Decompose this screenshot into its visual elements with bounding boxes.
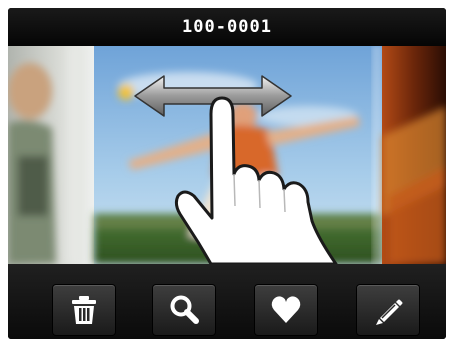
delete-button[interactable] (52, 284, 116, 336)
file-number-title: 100-0001 (182, 17, 272, 37)
zoom-button[interactable] (152, 284, 216, 336)
next-photo (382, 46, 446, 264)
edit-button[interactable] (356, 284, 420, 336)
heart-icon (271, 296, 301, 323)
previous-photo (8, 46, 94, 264)
pencil-icon (376, 299, 403, 325)
trash-icon (72, 296, 96, 324)
favorite-button[interactable] (254, 284, 318, 336)
camera-playback-screen: 100-0001 (8, 8, 446, 339)
playback-toolbar (8, 264, 446, 339)
photo-viewer[interactable] (8, 46, 446, 264)
title-bar: 100-0001 (8, 8, 446, 46)
magnifier-icon (170, 295, 199, 324)
